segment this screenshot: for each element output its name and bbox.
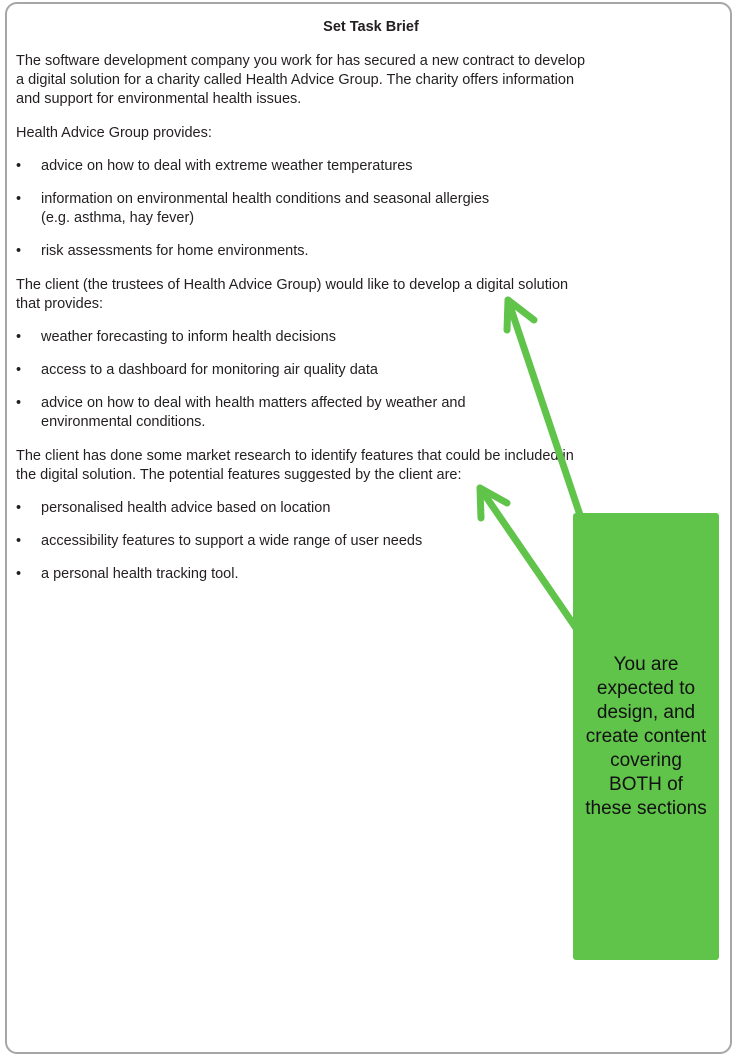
annotation-callout-box: You are expected to design, and create c… [573,513,719,960]
annotation-line: these sections [585,798,707,819]
annotation-text: You are expected to design, and create c… [573,653,719,821]
annotation-line: expected to [596,678,696,699]
annotation-line: You are [613,654,679,675]
arrow-to-features-section [476,484,580,632]
arrow-to-client-section [503,296,584,519]
annotation-line: design, and [596,702,696,723]
annotation-line: BOTH of [609,774,683,795]
annotation-line: covering [610,750,682,771]
annotation-line: create content [585,726,707,747]
